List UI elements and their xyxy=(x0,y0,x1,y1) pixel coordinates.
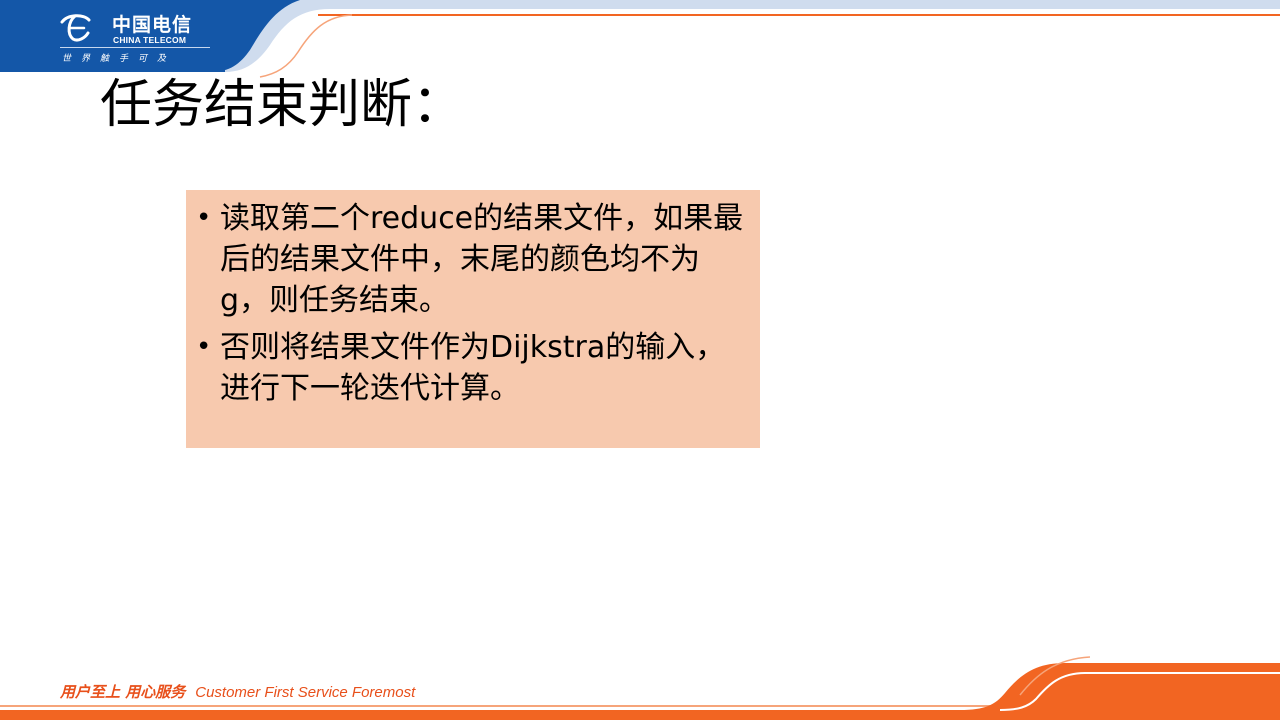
slide: 中国电信 CHINA TELECOM 世界触手可及 任务结束判断： • 读取第二… xyxy=(0,0,1280,720)
bullet-item: • 否则将结果文件作为Dijkstra的输入，进行下一轮迭代计算。 xyxy=(194,327,746,409)
logo-chinese-name: 中国电信 xyxy=(112,14,193,36)
logo-slogan: 世界触手可及 xyxy=(62,54,177,64)
bullet-text: 否则将结果文件作为Dijkstra的输入，进行下一轮迭代计算。 xyxy=(220,330,726,406)
footer-slogan: 用户至上 用心服务 Customer First Service Foremost xyxy=(60,681,415,702)
slide-title: 任务结束判断： xyxy=(100,75,465,135)
content-box: • 读取第二个reduce的结果文件，如果最后的结果文件中，末尾的颜色均不为g，… xyxy=(186,190,760,448)
bullet-item: • 读取第二个reduce的结果文件，如果最后的结果文件中，末尾的颜色均不为g，… xyxy=(194,198,746,321)
china-telecom-logo-icon xyxy=(60,14,91,42)
logo-block: 中国电信 CHINA TELECOM 世界触手可及 xyxy=(0,0,225,72)
footer-slogan-english: Customer First Service Foremost xyxy=(195,684,416,701)
bullet-marker: • xyxy=(196,332,212,362)
footer-slogan-chinese: 用户至上 用心服务 xyxy=(60,683,186,701)
bullet-marker: • xyxy=(196,203,212,233)
logo-english-name: CHINA TELECOM xyxy=(113,35,187,45)
bullet-text: 读取第二个reduce的结果文件，如果最后的结果文件中，末尾的颜色均不为g，则任… xyxy=(220,201,744,318)
bullet-list: • 读取第二个reduce的结果文件，如果最后的结果文件中，末尾的颜色均不为g，… xyxy=(194,198,746,409)
logo-divider xyxy=(60,47,210,48)
